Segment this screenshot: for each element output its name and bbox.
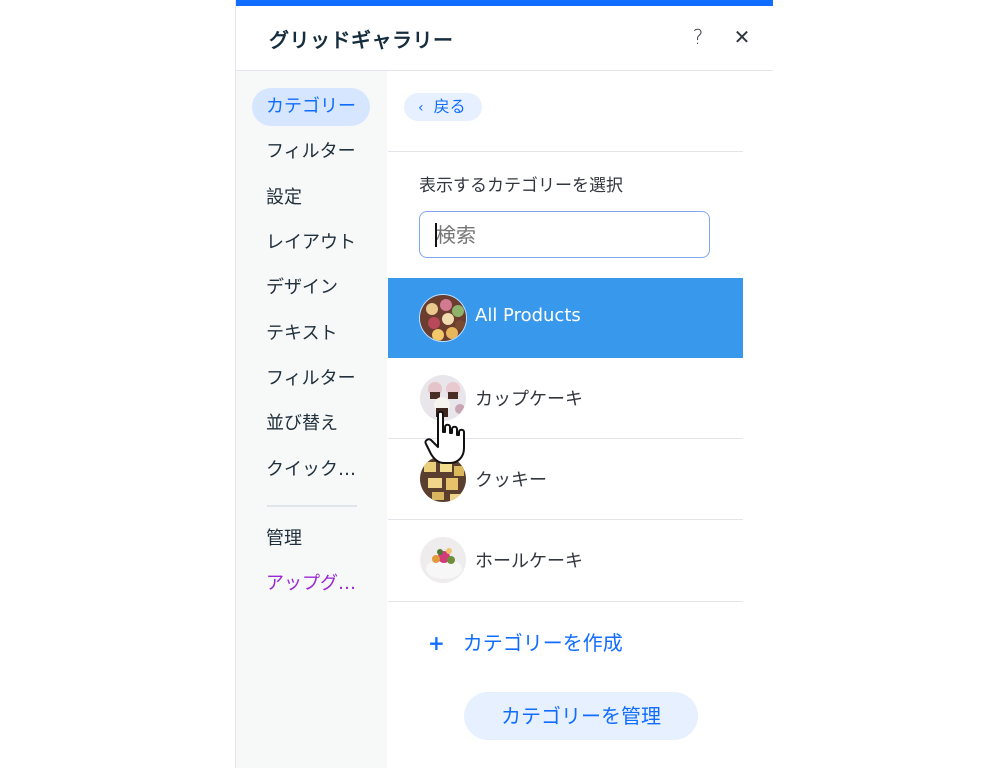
cupcakes-thumbnail bbox=[419, 374, 467, 422]
help-icon[interactable]: ? bbox=[686, 24, 710, 50]
search-input[interactable] bbox=[419, 211, 710, 258]
chevron-left-icon: ‹ bbox=[418, 100, 424, 116]
sidebar-item-manage[interactable]: 管理 bbox=[252, 520, 316, 558]
sidebar-item-layout[interactable]: レイアウト bbox=[252, 224, 370, 262]
sidebar-item-settings[interactable]: 設定 bbox=[252, 179, 316, 217]
sidebar-item-filter-2[interactable]: フィルター bbox=[252, 360, 370, 398]
create-category-button[interactable]: + カテゴリーを作成 bbox=[428, 627, 623, 656]
category-content: ‹ 戻る 表示するカテゴリーを選択 All Products bbox=[388, 71, 773, 768]
sidebar-item-sort[interactable]: 並び替え bbox=[252, 405, 352, 443]
category-item-cookies[interactable]: クッキー bbox=[388, 439, 743, 519]
panel-title: グリッドギャラリー bbox=[269, 28, 454, 52]
divider bbox=[388, 151, 743, 152]
category-label: ホールケーキ bbox=[475, 551, 583, 572]
category-item-cupcakes[interactable]: カップケーキ bbox=[388, 358, 743, 438]
back-button[interactable]: ‹ 戻る bbox=[404, 93, 482, 121]
sidebar-item-filter[interactable]: フィルター bbox=[252, 133, 370, 171]
sidebar-divider bbox=[267, 505, 357, 507]
create-category-label: カテゴリーを作成 bbox=[462, 631, 623, 655]
settings-panel: グリッドギャラリー ? ✕ カテゴリー フィルター 設定 レイアウト デザイン … bbox=[235, 0, 773, 768]
whole-cake-thumbnail bbox=[419, 536, 467, 584]
cookies-thumbnail bbox=[419, 455, 467, 503]
sidebar-item-design[interactable]: デザイン bbox=[252, 269, 352, 307]
sidebar-item-quick-view[interactable]: クイック… bbox=[252, 451, 370, 489]
back-label: 戻る bbox=[433, 97, 466, 116]
panel-header: グリッドギャラリー ? ✕ bbox=[236, 6, 773, 71]
divider bbox=[388, 601, 743, 602]
manage-categories-button[interactable]: カテゴリーを管理 bbox=[464, 692, 698, 740]
section-label: 表示するカテゴリーを選択 bbox=[419, 176, 623, 196]
sidebar-item-upgrade[interactable]: アップグ… bbox=[252, 565, 370, 603]
category-label: クッキー bbox=[475, 470, 547, 491]
sidebar-item-text[interactable]: テキスト bbox=[252, 315, 351, 353]
text-caret bbox=[435, 223, 437, 247]
close-icon[interactable]: ✕ bbox=[730, 24, 754, 50]
category-label: カップケーキ bbox=[475, 389, 583, 410]
category-label: All Products bbox=[475, 305, 581, 326]
category-item-whole-cake[interactable]: ホールケーキ bbox=[388, 520, 743, 600]
plus-icon: + bbox=[428, 631, 445, 655]
pastries-thumbnail bbox=[419, 294, 467, 342]
sidebar-item-categories[interactable]: カテゴリー bbox=[252, 88, 370, 126]
category-item-all-products[interactable]: All Products bbox=[388, 278, 743, 358]
sidebar-nav: カテゴリー フィルター 設定 レイアウト デザイン テキスト フィルター 並び替… bbox=[236, 71, 387, 768]
